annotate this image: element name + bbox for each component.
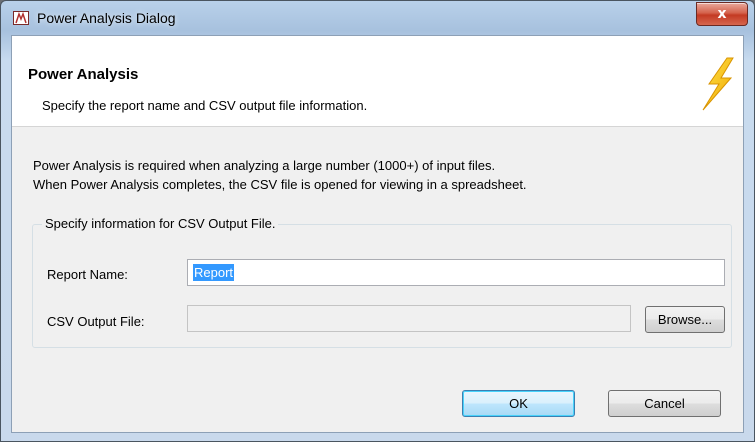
group-legend: Specify information for CSV Output File. [42,216,279,231]
close-icon: x [717,6,727,22]
cancel-button[interactable]: Cancel [608,390,721,417]
csv-output-input[interactable] [187,305,631,332]
ok-button[interactable]: OK [462,390,575,417]
report-name-value: Report [193,264,235,281]
csv-output-label: CSV Output File: [47,314,145,329]
info-line-2: When Power Analysis completes, the CSV f… [33,177,527,192]
title-bar[interactable]: Power Analysis Dialog x [1,1,754,35]
report-name-label: Report Name: [47,267,128,282]
app-icon [13,11,29,25]
info-text: Power Analysis is required when analyzin… [33,156,527,194]
window-title: Power Analysis Dialog [37,10,176,26]
header-title: Power Analysis [28,66,139,83]
dialog-window: Power Analysis Dialog x Power Analysis S… [0,0,755,442]
csv-output-group: Specify information for CSV Output File.… [32,216,732,348]
info-line-1: Power Analysis is required when analyzin… [33,158,496,173]
report-name-input[interactable]: Report [187,259,725,286]
dialog-header: Power Analysis Specify the report name a… [12,36,743,127]
dialog-client-area: Power Analysis Specify the report name a… [11,35,744,433]
browse-button[interactable]: Browse... [645,306,725,333]
close-button[interactable]: x [696,2,748,26]
lightning-bolt-icon [702,57,734,111]
header-subtitle: Specify the report name and CSV output f… [42,98,368,113]
